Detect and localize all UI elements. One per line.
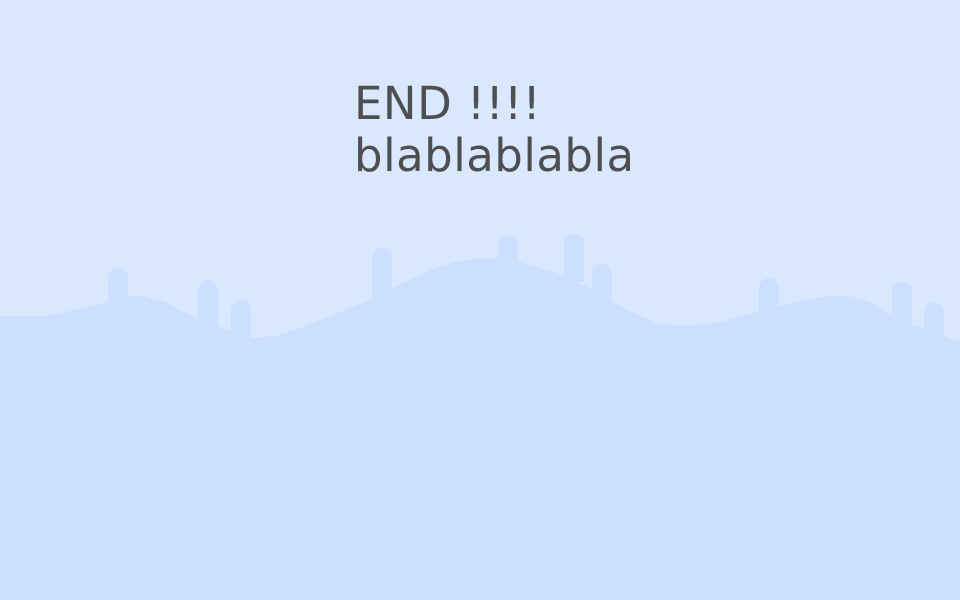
- game-end-scene: END !!!! blablablabla: [0, 0, 960, 600]
- end-message: END !!!! blablablabla: [354, 78, 635, 182]
- end-title: END !!!!: [354, 77, 542, 130]
- end-subtitle: blablablabla: [354, 129, 635, 182]
